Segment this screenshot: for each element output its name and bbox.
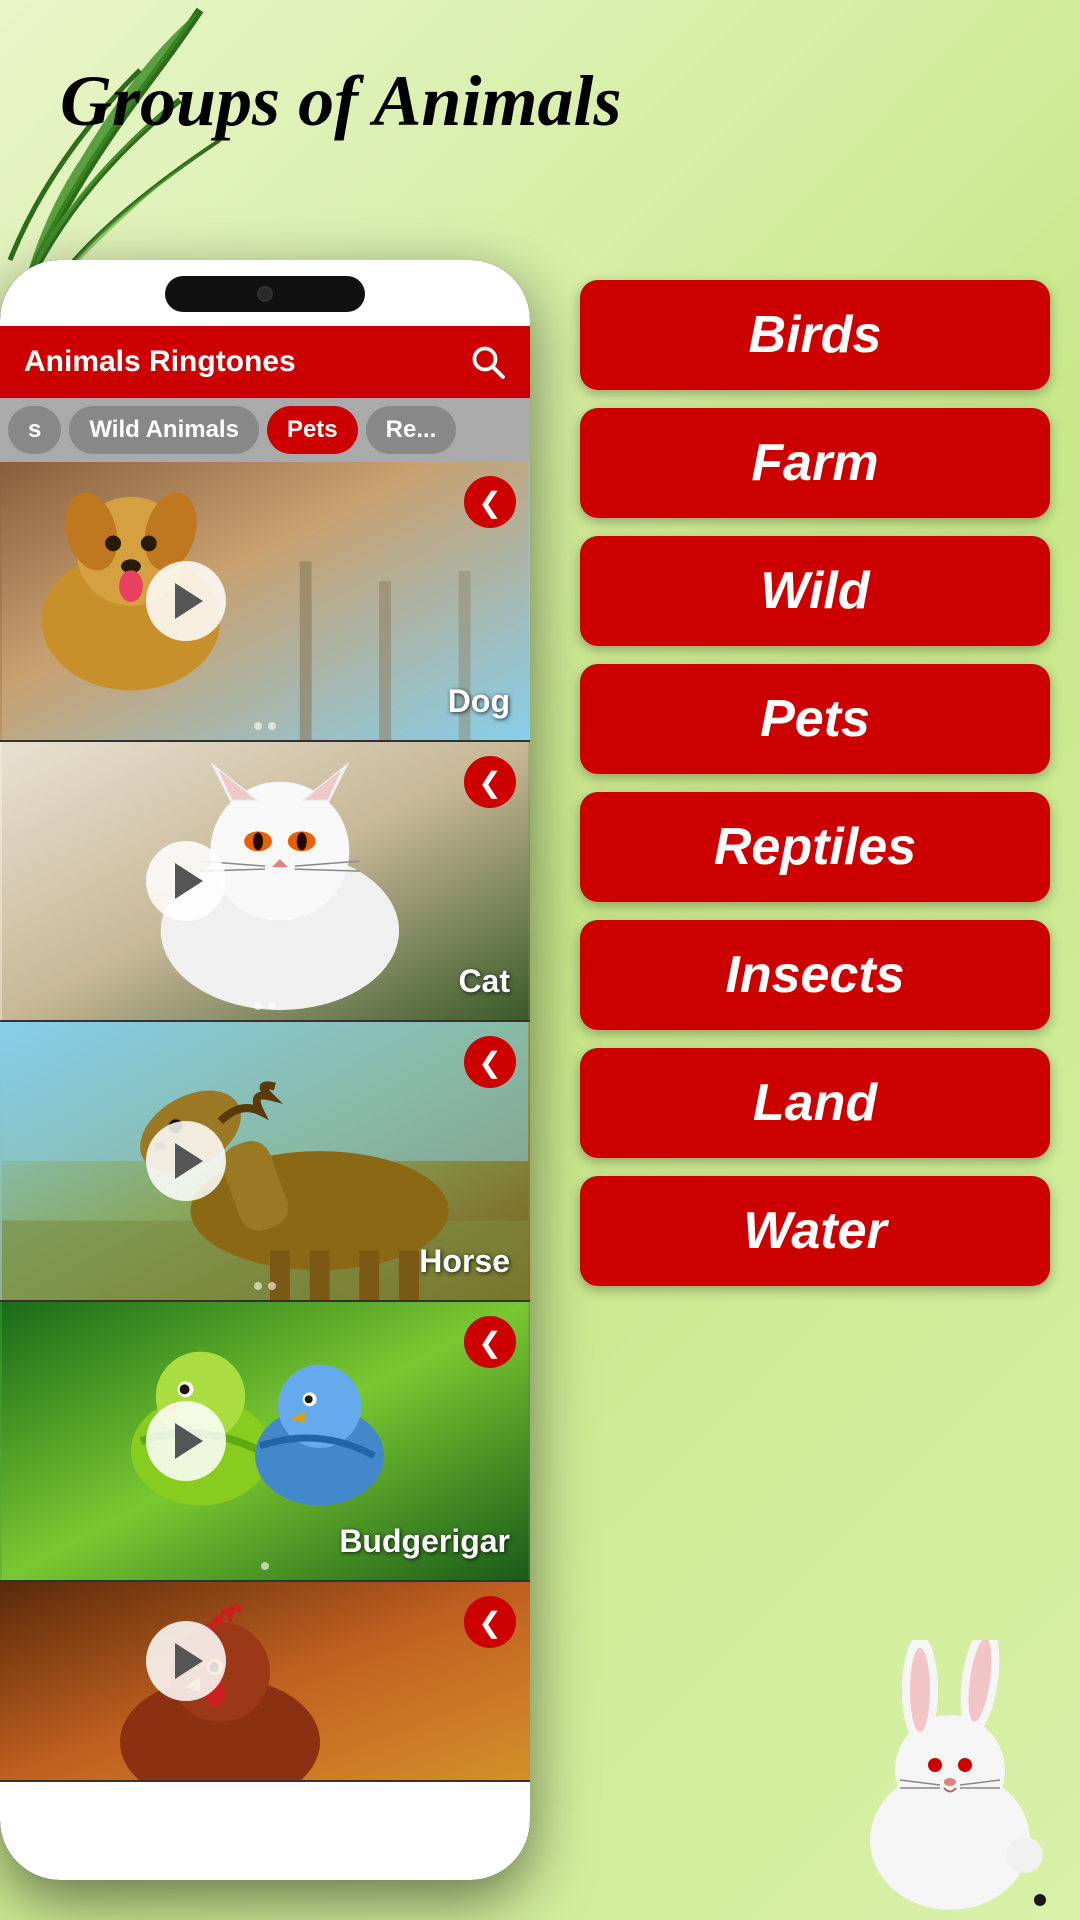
- dog-play-button[interactable]: [146, 561, 226, 641]
- chicken-card: ❮: [0, 1582, 530, 1782]
- cat-label: Cat: [458, 963, 510, 1000]
- search-icon[interactable]: [470, 344, 506, 380]
- phone-screen: Animals Ringtones s Wild Animals Pets Re…: [0, 260, 530, 1880]
- cat-play-button[interactable]: [146, 841, 226, 921]
- cat-dots: [254, 1002, 276, 1010]
- category-btn-pets[interactable]: Pets: [580, 664, 1050, 774]
- cat-card: ❮ Cat: [0, 742, 530, 1022]
- chicken-play-button[interactable]: [146, 1621, 226, 1701]
- dog-dots: [254, 722, 276, 730]
- category-btn-land[interactable]: Land: [580, 1048, 1050, 1158]
- category-btn-birds[interactable]: Birds: [580, 280, 1050, 390]
- category-btn-reptiles[interactable]: Reptiles: [580, 792, 1050, 902]
- dog-card: ❮ Dog: [0, 462, 530, 742]
- horse-card: ❮ Horse: [0, 1022, 530, 1302]
- cat-back-button[interactable]: ❮: [464, 756, 516, 808]
- horse-play-button[interactable]: [146, 1121, 226, 1201]
- animal-cards: ❮ Dog: [0, 462, 530, 1880]
- horse-back-button[interactable]: ❮: [464, 1036, 516, 1088]
- play-triangle: [175, 583, 203, 619]
- category-btn-wild[interactable]: Wild: [580, 536, 1050, 646]
- app-header: Animals Ringtones: [0, 326, 530, 398]
- category-tabs: s Wild Animals Pets Re...: [0, 398, 530, 462]
- chicken-back-button[interactable]: ❮: [464, 1596, 516, 1648]
- tab-wild-animals[interactable]: Wild Animals: [69, 406, 259, 454]
- phone-camera: [257, 286, 273, 302]
- cat-card-bg: [0, 742, 530, 1020]
- horse-dots: [254, 1282, 276, 1290]
- rabbit-decoration: [840, 1640, 1060, 1920]
- tab-re[interactable]: Re...: [366, 406, 457, 454]
- dog-back-button[interactable]: ❮: [464, 476, 516, 528]
- horse-label: Horse: [419, 1243, 510, 1280]
- bird-back-button[interactable]: ❮: [464, 1316, 516, 1368]
- phone-frame: Animals Ringtones s Wild Animals Pets Re…: [0, 260, 530, 1880]
- play-triangle-chicken: [175, 1643, 203, 1679]
- page-title: Groups of Animals: [60, 60, 621, 143]
- dog-label: Dog: [448, 683, 510, 720]
- bird-dots: [261, 1562, 269, 1570]
- category-btn-farm[interactable]: Farm: [580, 408, 1050, 518]
- chicken-card-bg: [0, 1582, 530, 1782]
- play-triangle-horse: [175, 1143, 203, 1179]
- phone-notch: [165, 276, 365, 312]
- category-btn-insects[interactable]: Insects: [580, 920, 1050, 1030]
- app-title: Animals Ringtones: [24, 345, 296, 379]
- bird-label: Budgerigar: [339, 1523, 510, 1560]
- play-triangle-cat: [175, 863, 203, 899]
- category-btn-water[interactable]: Water: [580, 1176, 1050, 1286]
- right-panel: Birds Farm Wild Pets Reptiles Insects La…: [550, 260, 1080, 1306]
- tab-item-s[interactable]: s: [8, 406, 61, 454]
- play-triangle-bird: [175, 1423, 203, 1459]
- tab-pets[interactable]: Pets: [267, 406, 358, 454]
- budgerigar-card: ❮ Budgerigar: [0, 1302, 530, 1582]
- budgerigar-play-button[interactable]: [146, 1401, 226, 1481]
